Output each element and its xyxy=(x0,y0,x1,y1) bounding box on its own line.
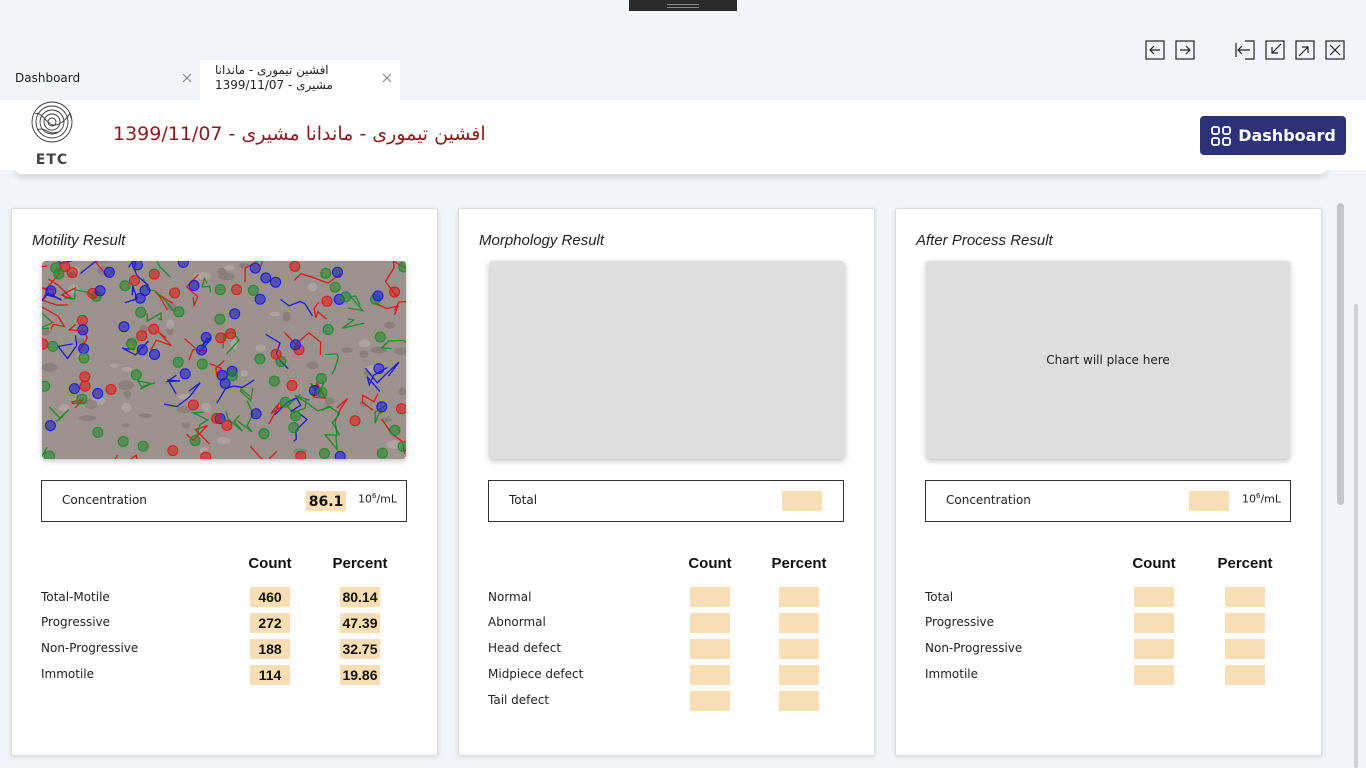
percent-column-header: Percent xyxy=(332,555,388,572)
card-title: After Process Result xyxy=(916,232,1053,249)
tab-dashboard[interactable]: Dashboard xyxy=(0,60,200,100)
row-label: Abnormal xyxy=(488,615,546,629)
close-window-button[interactable] xyxy=(1325,40,1345,60)
row-label: Progressive xyxy=(41,615,111,629)
concentration-value xyxy=(1189,491,1229,511)
after-process-chart-placeholder: Chart will place here xyxy=(926,261,1290,459)
concentration-label: Concentration xyxy=(62,493,147,507)
row-label: Normal xyxy=(488,590,532,604)
logo-text: ETC xyxy=(35,152,69,168)
sperm-tracking-image xyxy=(42,261,406,459)
percent-cell xyxy=(779,691,819,711)
motility-analysis-image[interactable] xyxy=(42,261,406,459)
count-column-header: Count xyxy=(1132,555,1176,572)
count-cell xyxy=(1134,587,1174,607)
row-label: Total xyxy=(925,590,954,604)
card-title: Motility Result xyxy=(32,232,126,249)
percent-cell xyxy=(779,665,819,685)
chart-placeholder-text: Chart will place here xyxy=(1046,353,1170,367)
navigate-forward-button[interactable] xyxy=(1175,40,1195,60)
count-cell: 460 xyxy=(250,587,290,607)
count-column-header: Count xyxy=(688,555,732,572)
maximize-button[interactable] xyxy=(1295,40,1315,60)
dock-left-icon xyxy=(1235,40,1255,60)
row-label: Total-Motile xyxy=(41,590,110,604)
count-column-header: Count xyxy=(248,555,292,572)
row-label: Progressive xyxy=(925,615,995,629)
percent-cell: 80.14 xyxy=(340,587,380,607)
page-title: افشین تیموری - ماندانا مشیری - 1399/11/0… xyxy=(113,123,486,145)
percent-cell: 32.75 xyxy=(340,639,380,659)
row-label: Immotile xyxy=(41,667,95,681)
row-label: Midpiece defect xyxy=(488,667,584,681)
dashboard-button[interactable]: Dashboard xyxy=(1200,116,1346,155)
close-icon xyxy=(1325,40,1345,60)
window-drag-handle[interactable] xyxy=(629,0,737,11)
minimize-button[interactable] xyxy=(1265,40,1285,60)
after-process-result-card: After Process Result Chart will place he… xyxy=(895,208,1322,756)
count-cell xyxy=(690,691,730,711)
percent-column-header: Percent xyxy=(1217,555,1273,572)
count-cell: 114 xyxy=(250,665,290,685)
concentration-value: 86.1 xyxy=(306,491,346,511)
window-scrollbar[interactable] xyxy=(1354,304,1358,768)
morphology-result-card: Morphology Result Total Count Percent No… xyxy=(458,208,875,756)
minimize-icon xyxy=(1265,40,1285,60)
dock-left-button[interactable] xyxy=(1235,40,1255,60)
arrow-left-icon xyxy=(1145,40,1165,60)
count-cell xyxy=(690,665,730,685)
app-logo: ETC xyxy=(28,100,76,170)
tab-patient-report[interactable]: افشین تیموری - ماندانا مشیری - 1399/11/0… xyxy=(200,60,400,100)
count-cell: 272 xyxy=(250,613,290,633)
percent-cell xyxy=(1225,665,1265,685)
concentration-label: Concentration xyxy=(946,493,1031,507)
concentration-box: Concentration 86.1 106/mL xyxy=(41,480,407,522)
tab-close-button[interactable] xyxy=(380,71,394,85)
percent-cell: 19.86 xyxy=(340,665,380,685)
count-cell xyxy=(1134,665,1174,685)
dashboard-button-label: Dashboard xyxy=(1238,126,1336,145)
count-cell xyxy=(690,639,730,659)
count-cell xyxy=(1134,613,1174,633)
percent-cell: 47.39 xyxy=(340,613,380,633)
navigate-back-button[interactable] xyxy=(1145,40,1165,60)
count-cell xyxy=(690,613,730,633)
row-label: Non-Progressive xyxy=(925,641,1023,655)
motility-result-card: Motility Result Concentration 86.1 106/m… xyxy=(11,208,438,756)
total-value xyxy=(782,491,822,511)
card-title: Morphology Result xyxy=(479,232,605,249)
total-label: Total xyxy=(509,493,538,507)
row-label: Non-Progressive xyxy=(41,641,139,655)
percent-cell xyxy=(779,587,819,607)
arrow-right-icon xyxy=(1175,40,1195,60)
percent-cell xyxy=(1225,613,1265,633)
percent-cell xyxy=(1225,587,1265,607)
percent-cell xyxy=(779,639,819,659)
maximize-icon xyxy=(1295,40,1315,60)
row-label: Tail defect xyxy=(488,693,550,707)
grid-icon xyxy=(1211,125,1232,146)
tab-label: Dashboard xyxy=(15,71,81,85)
count-cell xyxy=(690,587,730,607)
tab-close-button[interactable] xyxy=(180,71,194,85)
percent-cell xyxy=(1225,639,1265,659)
count-cell xyxy=(1134,639,1174,659)
count-cell: 188 xyxy=(250,639,290,659)
fingerprint-logo-icon xyxy=(31,101,73,143)
percent-column-header: Percent xyxy=(771,555,827,572)
concentration-box: Concentration 106/mL xyxy=(925,480,1291,522)
close-icon xyxy=(382,73,392,83)
concentration-unit: 106/mL xyxy=(358,492,398,506)
row-label: Immotile xyxy=(925,667,979,681)
concentration-unit: 106/mL xyxy=(1242,492,1282,506)
row-label: Head defect xyxy=(488,641,562,655)
tab-label: افشین تیموری - ماندانا مشیری - 1399/11/0… xyxy=(215,63,333,92)
percent-cell xyxy=(779,613,819,633)
total-box: Total xyxy=(488,480,844,522)
close-icon xyxy=(182,73,192,83)
morphology-chart-placeholder xyxy=(489,261,845,459)
content-scrollbar-thumb[interactable] xyxy=(1337,203,1344,505)
